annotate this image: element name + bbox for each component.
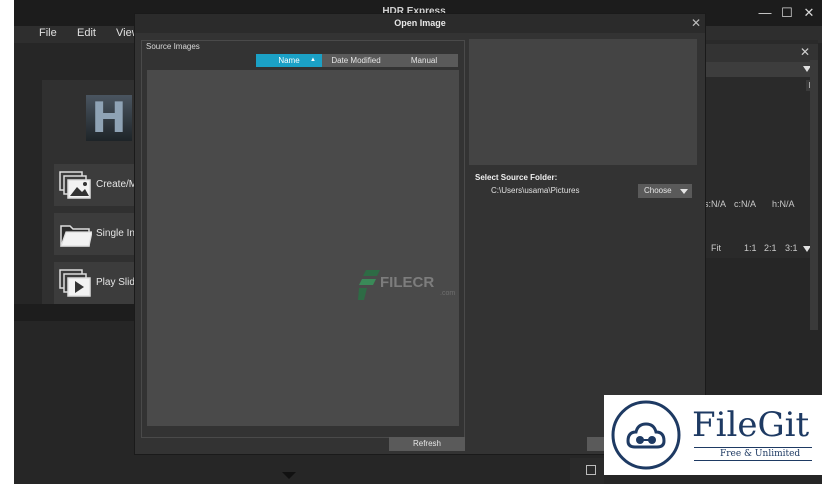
choose-label: Choose xyxy=(644,186,672,195)
dialog-close-icon[interactable]: ✕ xyxy=(688,15,704,32)
info-panel: ✕ H s:N/A c:N/A h:N/A Fit 1:1 2:1 3:1 xyxy=(702,40,818,258)
filegit-subtitle: Free & Unlimited xyxy=(720,449,801,459)
start-panel: H Create/M Single In Play Slid xyxy=(42,80,138,304)
sort-tab-date-modified[interactable]: Date Modified xyxy=(322,54,390,67)
play-slideshow-button[interactable]: Play Slid xyxy=(54,262,135,304)
open-image-dialog: Open Image ✕ Source Images Name ▲ Date M… xyxy=(134,13,706,455)
chevron-down-icon xyxy=(680,189,688,194)
maximize-button[interactable]: ☐ xyxy=(776,3,798,23)
folder-path: C:\Users\usama\Pictures xyxy=(491,186,580,195)
images-stack-icon xyxy=(59,171,91,199)
source-images-list[interactable] xyxy=(147,70,459,426)
image-preview xyxy=(469,39,697,165)
source-images-label: Source Images xyxy=(143,42,203,51)
select-source-folder-label: Select Source Folder: xyxy=(475,173,558,182)
folder-icon xyxy=(60,225,92,247)
filegit-divider-bottom xyxy=(694,460,812,461)
info-panel-header: ✕ xyxy=(702,44,818,62)
choose-folder-button[interactable]: Choose xyxy=(638,184,692,198)
create-button-label: Create/M xyxy=(96,179,138,190)
zoom-fit[interactable]: Fit xyxy=(711,243,721,253)
create-button[interactable]: Create/M xyxy=(54,164,138,206)
filecr-text: FILECR xyxy=(380,274,435,291)
sort-tab-name[interactable]: Name ▲ xyxy=(256,54,322,67)
close-button[interactable]: ✕ xyxy=(798,3,820,23)
status-square-icon[interactable] xyxy=(586,465,596,475)
info-panel-dropdown[interactable] xyxy=(706,62,818,77)
stat-c: c:N/A xyxy=(734,199,757,209)
right-scrollbar[interactable] xyxy=(810,60,818,330)
sort-tab-name-label: Name xyxy=(278,56,300,65)
refresh-button[interactable]: Refresh xyxy=(389,437,465,451)
filecr-watermark: FILECR .com xyxy=(358,268,468,302)
minimize-button[interactable]: — xyxy=(754,3,776,23)
filegit-divider xyxy=(694,447,812,448)
filegit-title: FileGit xyxy=(692,405,810,445)
sort-ascending-icon: ▲ xyxy=(310,57,316,63)
zoom-1-1[interactable]: 1:1 xyxy=(744,243,757,253)
scroll-down-arrow-icon[interactable] xyxy=(282,472,296,479)
zoom-2-1[interactable]: 2:1 xyxy=(764,243,777,253)
filecr-logo-icon xyxy=(358,270,380,300)
sort-tab-manual[interactable]: Manual xyxy=(390,54,458,67)
filecr-suffix: .com xyxy=(440,290,456,297)
filegit-logo-icon xyxy=(611,400,681,470)
left-bottom-strip xyxy=(14,304,134,321)
info-panel-close-icon[interactable]: ✕ xyxy=(800,45,810,59)
slideshow-icon xyxy=(59,269,91,297)
app-logo: H xyxy=(86,95,132,141)
filegit-watermark: FileGit Free & Unlimited xyxy=(604,395,822,475)
menu-file[interactable]: File xyxy=(39,27,57,39)
stat-s: s:N/A xyxy=(704,199,727,209)
zoom-3-1[interactable]: 3:1 xyxy=(785,243,798,253)
status-bar-fragment xyxy=(570,458,604,484)
menu-edit[interactable]: Edit xyxy=(77,27,96,39)
single-image-label: Single In xyxy=(96,228,135,239)
stat-h: h:N/A xyxy=(772,199,795,209)
single-image-button[interactable]: Single In xyxy=(54,213,135,255)
play-slideshow-label: Play Slid xyxy=(96,277,135,288)
dialog-title: Open Image xyxy=(135,14,705,33)
